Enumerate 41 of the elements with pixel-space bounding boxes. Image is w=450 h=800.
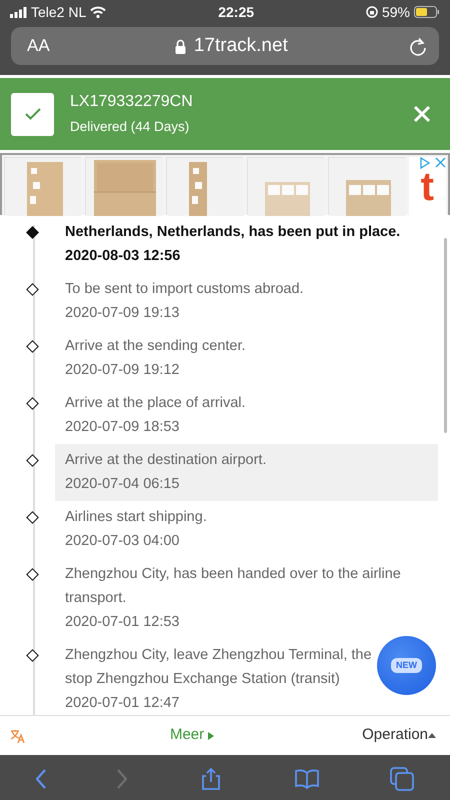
book-icon [294, 766, 319, 791]
event-time: 2020-07-03 04:00 [65, 532, 180, 551]
new-button[interactable]: NEW [377, 636, 436, 695]
close-icon[interactable] [435, 157, 446, 168]
rotation-lock-icon [366, 6, 378, 18]
event-text: Arrive at the place of arrival. [65, 394, 247, 413]
tracking-number: LX179332279CN [70, 92, 194, 112]
event-text: Airlines start shipping. [65, 508, 208, 527]
clock-time: 22:25 [218, 2, 254, 22]
play-arrow-icon [208, 732, 214, 740]
wifi-icon [90, 6, 106, 18]
event-time: 2020-07-01 12:47 [65, 694, 180, 713]
event-time: 2020-07-09 18:53 [65, 418, 180, 437]
operation-menu[interactable]: Operation [358, 720, 440, 751]
battery-percent: 59% [382, 2, 410, 22]
caret-icon [428, 733, 436, 738]
event-text: Zhengzhou City, leave Zhengzhou Terminal, the stop Zhengzhou Exchange Station (transit) [65, 646, 373, 689]
reload-icon[interactable] [409, 36, 427, 56]
event-text: To be sent to import customs abroad. [65, 280, 305, 299]
more-link[interactable]: Meer [166, 720, 218, 751]
carrier-name: Tele2 NL [31, 2, 86, 22]
event-time: 2020-07-01 12:53 [65, 613, 180, 632]
lock-icon [174, 38, 186, 54]
event-time: 2020-08-03 12:56 [65, 247, 180, 266]
close-icon [413, 104, 431, 123]
battery-icon [414, 6, 440, 18]
event-time: 2020-07-09 19:12 [65, 361, 180, 380]
translate-icon[interactable] [10, 728, 26, 742]
event-time: 2020-07-04 06:15 [65, 475, 180, 494]
text-size-button[interactable]: AA [23, 29, 54, 63]
event-text: Arrive at the sending center. [65, 337, 247, 356]
url-text[interactable]: 17track.net [194, 32, 288, 60]
signal-icon [10, 6, 27, 18]
delivered-status-icon [11, 92, 54, 136]
event-text: Netherlands, Netherlands, has been put in place. [65, 223, 402, 242]
event-text: Zhengzhou City, has been handed over to the airline transport. [65, 565, 402, 608]
tabs-icon [390, 766, 414, 791]
event-text: Arrive at the destination airport. [65, 451, 268, 470]
delivery-status: Delivered (44 Days) [70, 118, 190, 136]
event-time: 2020-07-09 19:13 [65, 304, 180, 323]
adchoices-icon[interactable] [419, 157, 431, 169]
